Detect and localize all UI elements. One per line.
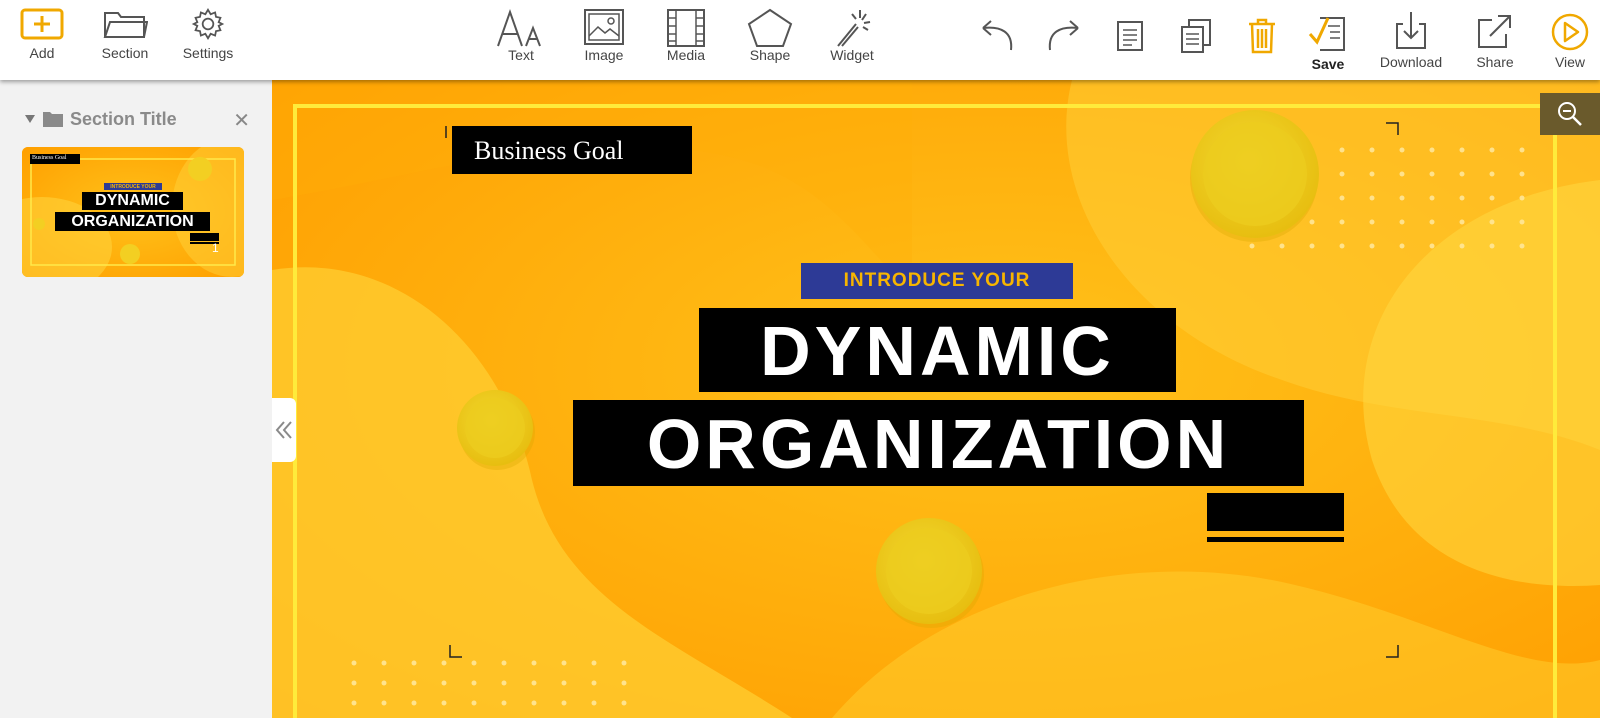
media-label: Media: [666, 47, 706, 63]
section-button[interactable]: Section: [98, 8, 152, 74]
section-label: Section: [101, 45, 149, 61]
collapse-sidebar-button[interactable]: [272, 398, 296, 462]
widget-label: Widget: [830, 47, 874, 63]
text-button[interactable]: Text: [496, 8, 546, 74]
pentagon-icon: [747, 8, 793, 47]
thumb-line1: DYNAMIC: [95, 192, 170, 209]
business-goal-label[interactable]: Business Goal: [452, 126, 692, 174]
folder-icon: [103, 12, 148, 38]
gear-icon: [191, 8, 225, 40]
undo-button[interactable]: [977, 18, 1017, 84]
redo-icon: [1048, 20, 1079, 51]
add-button[interactable]: Add: [20, 8, 64, 74]
slide-canvas[interactable]: Business Goal INTRODUCE YOUR DYNAMIC ORG…: [272, 80, 1600, 718]
text-aa-icon: [497, 8, 541, 47]
image-icon: [584, 9, 624, 45]
intro-label[interactable]: INTRODUCE YOUR: [801, 263, 1073, 299]
download-button[interactable]: Download: [1376, 10, 1446, 76]
duplicate-button[interactable]: [1179, 18, 1213, 84]
undo-icon: [982, 20, 1013, 51]
download-icon: [1396, 12, 1426, 49]
add-label: Add: [29, 45, 55, 61]
view-button[interactable]: View: [1548, 12, 1592, 78]
section-close-icon[interactable]: ✕: [233, 108, 250, 133]
duplicate-icon: [1181, 19, 1211, 53]
thumb-line2: ORGANIZATION: [71, 213, 194, 230]
shape-label: Shape: [749, 47, 791, 63]
decor-black-underline[interactable]: [1207, 537, 1344, 542]
zoom-button[interactable]: [1540, 93, 1600, 135]
slide-thumbnail[interactable]: Business Goal INTRODUCE YOUR DYNAMIC ORG…: [22, 147, 244, 277]
thumbnail-preview: [22, 147, 244, 277]
delete-button[interactable]: [1246, 18, 1278, 84]
thumb-page-number: 1: [212, 241, 219, 255]
double-chevron-left-icon: [275, 421, 292, 439]
thumb-intro: INTRODUCE YOUR: [110, 184, 156, 190]
page-button[interactable]: [1114, 20, 1146, 86]
slide-background: [272, 80, 1600, 718]
share-button[interactable]: Share: [1470, 12, 1520, 78]
decor-black-bar[interactable]: [1207, 493, 1344, 531]
coin-top-right: [1190, 110, 1319, 242]
save-button[interactable]: Save: [1306, 14, 1350, 80]
share-icon: [1478, 15, 1511, 48]
toolbar: Add Section Settings Text Image Media Sh…: [0, 0, 1600, 80]
widget-button[interactable]: Widget: [826, 8, 878, 74]
image-label: Image: [584, 47, 624, 63]
text-label: Text: [508, 47, 534, 63]
headline-line1[interactable]: DYNAMIC: [699, 308, 1176, 392]
film-strip-icon: [667, 9, 705, 47]
thumb-business-goal: Business Goal: [32, 155, 67, 161]
save-label: Save: [1311, 56, 1345, 72]
section-header[interactable]: Section Title ✕: [24, 106, 250, 132]
sidebar: Section Title ✕ Business Goal INTRODUCE …: [0, 80, 272, 718]
settings-button[interactable]: Settings: [180, 8, 236, 74]
folder-icon: [43, 112, 63, 127]
plus-square-icon: [20, 8, 64, 40]
play-circle-icon: [1551, 13, 1589, 51]
headline-line2[interactable]: ORGANIZATION: [573, 400, 1304, 486]
image-button[interactable]: Image: [580, 8, 628, 74]
settings-label: Settings: [182, 45, 234, 61]
magic-wand-icon: [837, 10, 871, 47]
page-icon: [1117, 21, 1143, 51]
zoom-out-icon: [1558, 102, 1582, 126]
redo-button[interactable]: [1044, 18, 1084, 84]
section-title[interactable]: Section Title: [70, 109, 177, 130]
caret-down-icon[interactable]: [24, 114, 36, 124]
media-button[interactable]: Media: [662, 8, 710, 74]
download-label: Download: [1379, 54, 1443, 70]
save-check-icon: [1308, 17, 1345, 51]
view-label: View: [1554, 54, 1586, 70]
trash-icon: [1249, 18, 1275, 54]
share-label: Share: [1476, 54, 1514, 70]
shape-button[interactable]: Shape: [746, 8, 794, 74]
